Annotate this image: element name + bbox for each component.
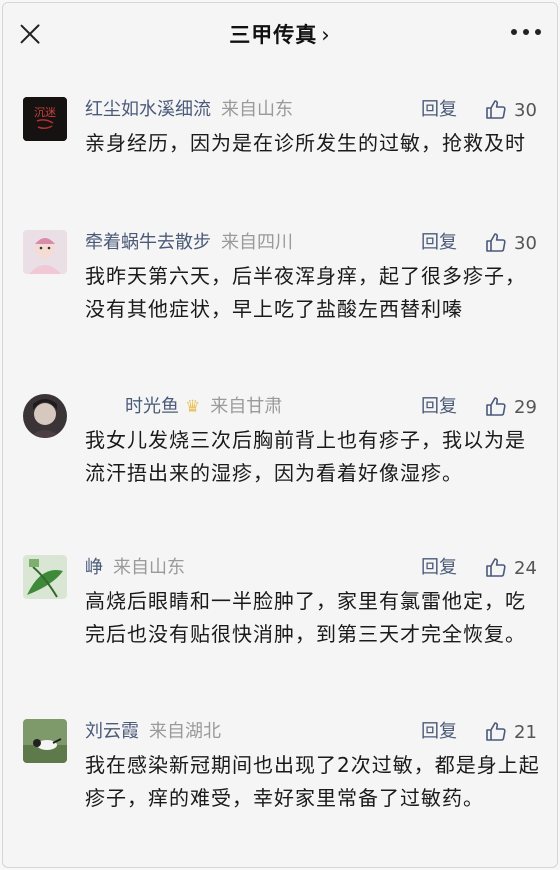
comment-meta: 时光鱼 ♛ 来自甘肃 [125, 394, 282, 420]
reply-button[interactable]: 回复 [421, 97, 457, 123]
title-text: 三甲传真 [229, 23, 318, 47]
avatar[interactable] [23, 555, 67, 599]
like-button[interactable]: 24 [484, 555, 537, 581]
avatar[interactable]: 沉迷 [23, 97, 67, 141]
like-button[interactable]: 30 [484, 97, 537, 123]
location-label: 来自山东 [113, 557, 185, 578]
like-button[interactable]: 30 [484, 230, 537, 256]
top-bar: 三甲传真 › [3, 3, 557, 65]
comment-text: 我昨天第六天，后半夜浑身痒，起了很多疹子，没有其他症状，早上吃了盐酸左西替利嗪 [85, 264, 526, 321]
comment-text: 高烧后眼睛和一半脸肿了，家里有氯雷他定，吃完后也没有贴很快消肿，到第三天才完全恢… [85, 589, 526, 646]
like-button[interactable]: 21 [484, 719, 537, 745]
app-frame: 三甲传真 › 沉迷 红尘如水溪细流 来自山东 回复 30 亲身经历，因为是在诊所… [2, 2, 558, 868]
username[interactable]: 牵着蜗牛去散步 [85, 232, 211, 253]
reply-button[interactable]: 回复 [421, 394, 457, 420]
thumbs-up-icon [486, 100, 506, 119]
comment-text: 我女儿发烧三次后胸前背上也有疹子，我以为是流汗捂出来的湿疹，因为看着好像湿疹。 [85, 428, 526, 485]
username[interactable]: 红尘如水溪细流 [85, 99, 211, 120]
like-count: 30 [514, 99, 537, 121]
location-label: 来自山东 [221, 99, 293, 120]
like-count: 24 [514, 557, 537, 579]
username[interactable]: 刘云霞 [85, 721, 139, 742]
location-label: 来自甘肃 [210, 396, 283, 417]
comment-meta: 峥来自山东 [85, 555, 185, 581]
avatar[interactable] [23, 719, 67, 763]
comment-text: 我在感染新冠期间也出现了2次过敏，都是身上起疹子，痒的难受，幸好家里常备了过敏药… [85, 753, 540, 810]
reply-button[interactable]: 回复 [421, 719, 457, 745]
comment-meta: 牵着蜗牛去散步 来自四川 [85, 230, 293, 256]
like-button[interactable]: 29 [484, 394, 537, 420]
chevron-right-icon: › [321, 23, 331, 47]
comment-meta: 红尘如水溪细流 来自山东 [85, 97, 293, 123]
avatar[interactable] [23, 230, 67, 274]
comment-text: 亲身经历，因为是在诊所发生的过敏，抢救及时 [85, 131, 526, 155]
avatar-text: 沉迷 [34, 106, 56, 119]
thumbs-up-icon [486, 397, 506, 416]
username[interactable]: 峥 [85, 557, 103, 578]
thumbs-up-icon [486, 722, 506, 741]
comment-meta: 刘云霞 来自湖北 [85, 719, 221, 745]
thumbs-up-icon [486, 233, 506, 252]
location-label: 来自四川 [221, 232, 293, 253]
like-count: 21 [514, 721, 537, 743]
username[interactable]: 时光鱼 [125, 396, 179, 417]
thumbs-up-icon [486, 558, 506, 577]
location-label: 来自湖北 [149, 721, 221, 742]
like-count: 30 [514, 232, 537, 254]
like-count: 29 [514, 396, 537, 418]
more-options-icon[interactable] [511, 29, 541, 37]
page-title[interactable]: 三甲传真 › [3, 19, 557, 49]
crown-icon: ♛ [185, 397, 201, 417]
reply-button[interactable]: 回复 [421, 555, 457, 581]
avatar[interactable] [23, 394, 67, 438]
reply-button[interactable]: 回复 [421, 230, 457, 256]
